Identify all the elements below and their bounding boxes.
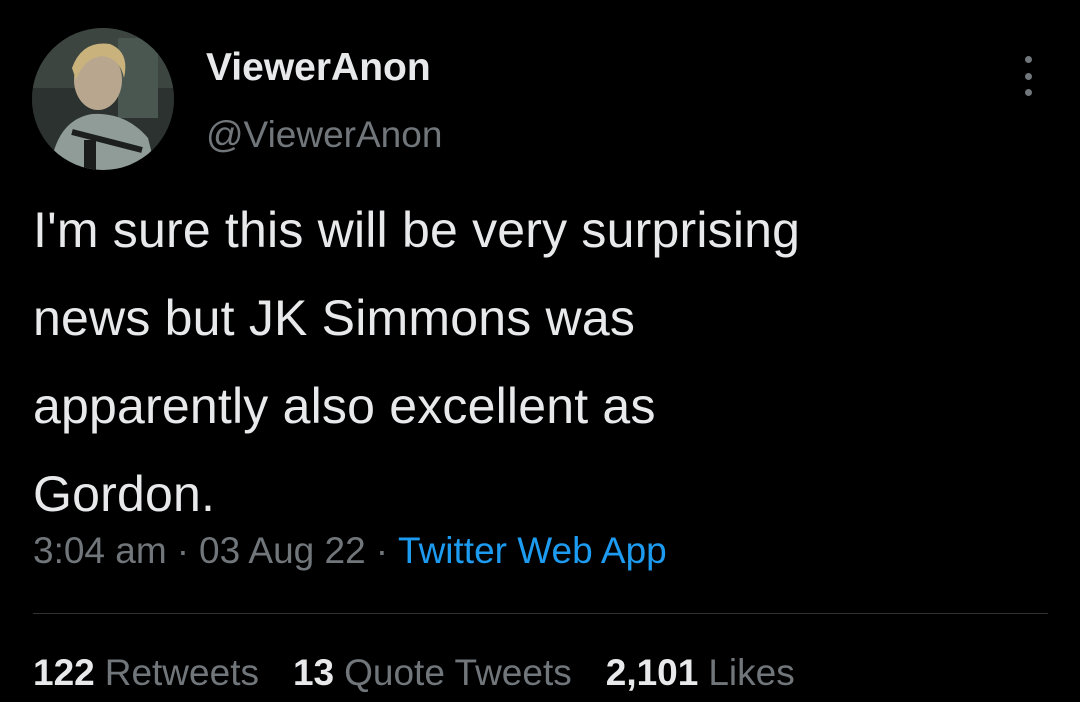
retweets-stat[interactable]: 122 Retweets: [33, 652, 259, 694]
more-dot: [1024, 89, 1032, 96]
tweet-source-link[interactable]: Twitter Web App: [398, 530, 667, 571]
tweet-text-line: apparently also excellent as: [33, 378, 656, 434]
avatar[interactable]: [32, 28, 174, 170]
divider: [33, 613, 1048, 614]
retweets-count: 122: [33, 652, 95, 693]
likes-stat[interactable]: 2,101 Likes: [606, 652, 795, 694]
tweet-card: ViewerAnon @ViewerAnon I'm sure this wil…: [0, 0, 1080, 702]
tweet-text-line: I'm sure this will be very surprising: [33, 202, 801, 258]
tweet-text-line: Gordon.: [33, 466, 216, 522]
user-avatar-photo: [32, 28, 174, 170]
tweet-text-line: news but JK Simmons was: [33, 290, 636, 346]
tweet-date[interactable]: 03 Aug 22: [199, 530, 366, 571]
more-dot: [1024, 72, 1032, 80]
meta-separator: ·: [176, 530, 190, 571]
quote-tweets-stat[interactable]: 13 Quote Tweets: [293, 652, 572, 694]
user-handle[interactable]: @ViewerAnon: [206, 114, 442, 156]
likes-label: Likes: [708, 652, 795, 693]
display-name[interactable]: ViewerAnon: [206, 46, 431, 90]
meta-separator: ·: [375, 530, 389, 571]
quote-tweets-count: 13: [292, 652, 335, 693]
tweet-text: I'm sure this will be very surprising ne…: [33, 186, 1053, 538]
more-dot: [1024, 56, 1032, 63]
tweet-meta: 3:04 am · 03 Aug 22 · Twitter Web App: [33, 530, 667, 572]
likes-count: 2,101: [605, 652, 699, 693]
more-options-icon[interactable]: [1022, 56, 1034, 96]
quote-tweets-label: Quote Tweets: [344, 652, 572, 693]
tweet-header: ViewerAnon @ViewerAnon: [32, 28, 1048, 172]
retweets-label: Retweets: [104, 652, 259, 693]
tweet-stats: 122 Retweets 13 Quote Tweets 2,101 Likes: [33, 652, 829, 694]
tweet-time[interactable]: 3:04 am: [33, 530, 167, 571]
